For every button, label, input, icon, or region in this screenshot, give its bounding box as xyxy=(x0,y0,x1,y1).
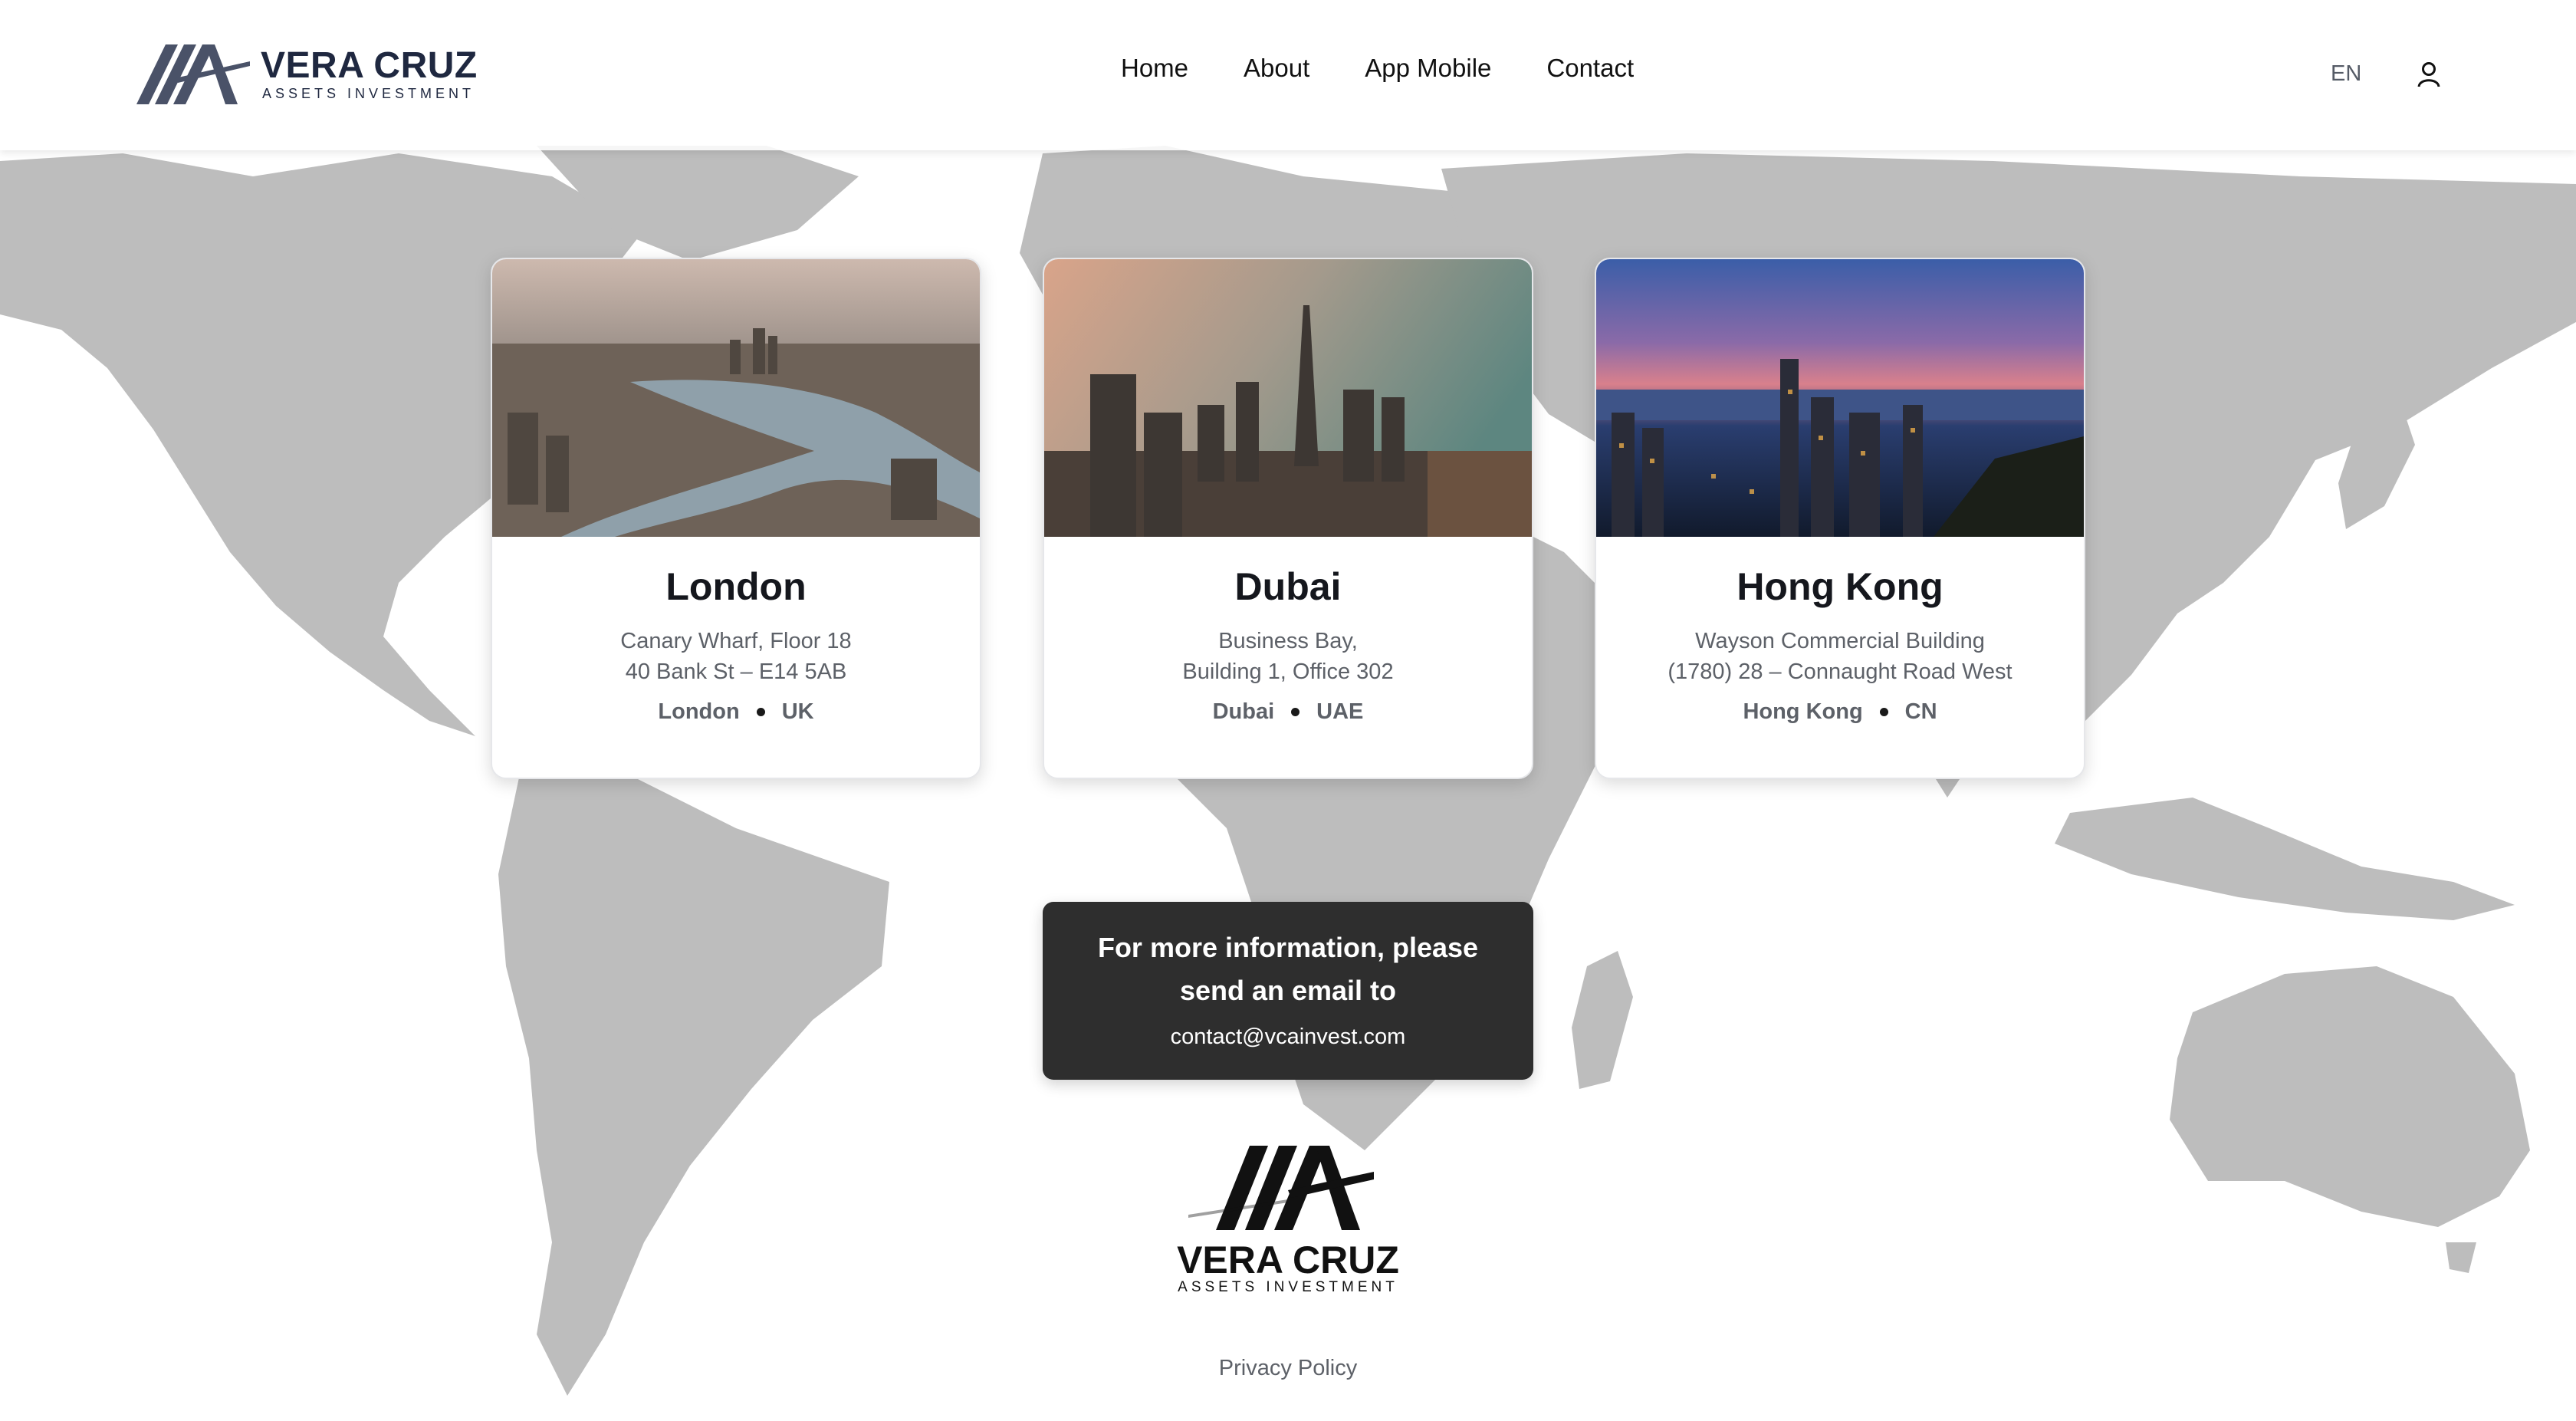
nav-home[interactable]: Home xyxy=(1121,54,1188,83)
language-selector[interactable]: EN xyxy=(2331,61,2361,87)
office-address: Business Bay, Building 1, Office 302 xyxy=(1044,626,1532,687)
header-logo[interactable]: VERA CRUZ ASSETS INVESTMENT xyxy=(135,38,477,109)
address-line: Building 1, Office 302 xyxy=(1182,660,1394,684)
office-title: Hong Kong xyxy=(1737,565,1944,608)
office-card-dubai: Dubai Business Bay, Building 1, Office 3… xyxy=(1043,258,1533,779)
contact-info-box: For more information, please send an ema… xyxy=(1043,902,1533,1080)
user-icon[interactable] xyxy=(2417,61,2441,87)
hong-kong-photo xyxy=(1596,259,2084,537)
site-header: VERA CRUZ ASSETS INVESTMENT Home About A… xyxy=(0,0,2576,150)
address-line: Wayson Commercial Building xyxy=(1695,629,1985,653)
office-city: London xyxy=(658,699,740,724)
office-city: Hong Kong xyxy=(1743,699,1863,724)
logo-mark-icon xyxy=(136,44,250,104)
dubai-photo xyxy=(1044,259,1532,537)
separator-dot xyxy=(756,708,765,716)
address-line: Canary Wharf, Floor 18 xyxy=(620,629,852,653)
contact-email-link[interactable]: contact@vcainvest.com xyxy=(1043,1025,1533,1050)
main-nav: Home About App Mobile Contact xyxy=(1121,54,1634,83)
office-title: London xyxy=(665,565,807,608)
office-country: UAE xyxy=(1316,699,1364,724)
address-line: (1780) 28 – Connaught Road West xyxy=(1668,660,2013,684)
address-line: 40 Bank St – E14 5AB xyxy=(625,660,847,684)
office-country: UK xyxy=(781,699,814,724)
header-brand-name: VERA CRUZ xyxy=(261,45,478,86)
office-title: Dubai xyxy=(1234,565,1342,608)
header-brand-tagline: ASSETS INVESTMENT xyxy=(262,86,475,101)
contact-message: For more information, please send an ema… xyxy=(1097,932,1479,1006)
london-photo xyxy=(492,259,980,537)
office-country: CN xyxy=(1904,699,1937,724)
separator-dot xyxy=(1879,708,1888,716)
office-location: Hong Kong CN xyxy=(1596,699,2084,725)
footer-brand-tagline: ASSETS INVESTMENT xyxy=(1178,1279,1398,1295)
privacy-policy-link[interactable]: Privacy Policy xyxy=(1119,1356,1457,1381)
footer-logo: VERA CRUZ ASSETS INVESTMENT xyxy=(1173,1138,1403,1299)
office-address: Wayson Commercial Building (1780) 28 – C… xyxy=(1596,626,2084,687)
address-line: Business Bay, xyxy=(1218,629,1358,653)
office-card-london: London Canary Wharf, Floor 18 40 Bank St… xyxy=(491,258,981,779)
nav-app-mobile[interactable]: App Mobile xyxy=(1365,54,1491,83)
separator-dot xyxy=(1291,708,1300,716)
office-card-hong-kong: Hong Kong Wayson Commercial Building (17… xyxy=(1595,258,2085,779)
footer-brand-name: VERA CRUZ xyxy=(1177,1238,1399,1281)
nav-about[interactable]: About xyxy=(1244,54,1309,83)
logo-mark-icon xyxy=(1188,1146,1374,1230)
office-address: Canary Wharf, Floor 18 40 Bank St – E14 … xyxy=(492,626,980,687)
nav-contact[interactable]: Contact xyxy=(1546,54,1634,83)
office-city: Dubai xyxy=(1212,699,1275,724)
office-location: London UK xyxy=(492,699,980,725)
office-location: Dubai UAE xyxy=(1044,699,1532,725)
